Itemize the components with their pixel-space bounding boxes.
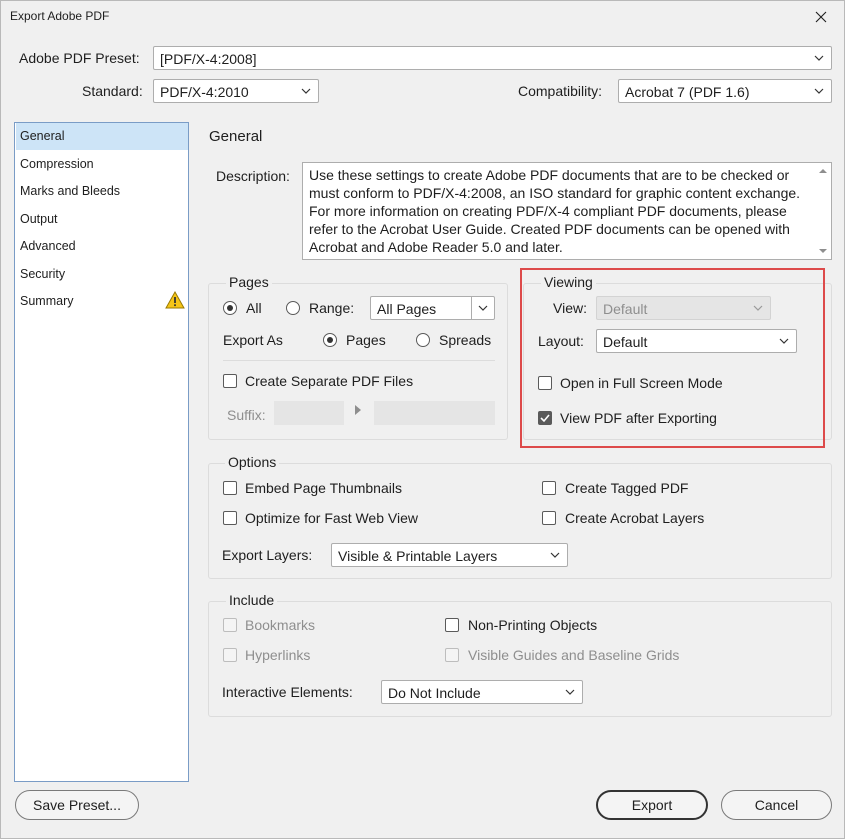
chevron-down-icon xyxy=(565,689,575,695)
triangle-right-icon xyxy=(355,405,361,415)
sidebar-item-compression[interactable]: Compression xyxy=(16,151,188,178)
non-printing-label: Non-Printing Objects xyxy=(468,617,598,633)
scrollbar[interactable] xyxy=(815,163,831,259)
options-group-title: Options xyxy=(225,454,280,470)
hyperlinks-label: Hyperlinks xyxy=(245,647,311,663)
description-text: Use these settings to create Adobe PDF d… xyxy=(309,167,801,255)
visible-guides-checkbox[interactable] xyxy=(445,648,459,662)
sidebar: General Compression Marks and Bleeds Out… xyxy=(14,122,189,782)
fast-web-view-label: Optimize for Fast Web View xyxy=(245,510,418,526)
chevron-down-icon xyxy=(478,305,488,311)
include-group-title: Include xyxy=(226,592,278,608)
chevron-down-icon xyxy=(814,88,824,94)
save-preset-button[interactable]: Save Preset... xyxy=(15,790,139,820)
warning-icon xyxy=(165,291,185,309)
sidebar-item-advanced[interactable]: Advanced xyxy=(16,233,188,260)
sidebar-item-label: Summary xyxy=(20,294,74,308)
section-title: General xyxy=(209,128,263,145)
cancel-button[interactable]: Cancel xyxy=(721,790,832,820)
sidebar-item-label: Output xyxy=(20,212,58,226)
bookmarks-checkbox[interactable] xyxy=(223,618,237,632)
range-label: Range: xyxy=(309,300,355,316)
standard-label: Standard: xyxy=(82,83,143,99)
sidebar-item-general[interactable]: General xyxy=(16,123,188,150)
sidebar-item-marks-and-bleeds[interactable]: Marks and Bleeds xyxy=(16,178,188,205)
suffix-field[interactable] xyxy=(274,401,344,425)
suffix-label: Suffix: xyxy=(227,407,266,423)
standard-value: PDF/X-4:2010 xyxy=(160,84,249,100)
export-spreads-radio[interactable] xyxy=(416,333,430,347)
export-pdf-dialog: Export Adobe PDF Adobe PDF Preset: [PDF/… xyxy=(0,0,845,839)
page-range-value: All Pages xyxy=(377,301,437,317)
range-radio[interactable] xyxy=(286,301,300,315)
separate-pdf-label: Create Separate PDF Files xyxy=(245,373,414,389)
interactive-elements-dropdown[interactable]: Do Not Include xyxy=(381,680,583,704)
close-icon xyxy=(815,11,827,23)
page-range-combo[interactable]: All Pages xyxy=(370,296,495,320)
sidebar-item-label: Compression xyxy=(20,157,94,171)
embed-thumbnails-checkbox[interactable] xyxy=(223,481,237,495)
interactive-elements-value: Do Not Include xyxy=(388,685,481,701)
export-spreads-label: Spreads xyxy=(439,332,492,348)
standard-dropdown[interactable]: PDF/X-4:2010 xyxy=(153,79,319,103)
compatibility-label: Compatibility: xyxy=(518,83,603,99)
interactive-elements-label: Interactive Elements: xyxy=(222,684,353,700)
hyperlinks-checkbox[interactable] xyxy=(223,648,237,662)
all-pages-radio[interactable] xyxy=(223,301,237,315)
suffix-variable-field[interactable] xyxy=(374,401,495,425)
visible-guides-label: Visible Guides and Baseline Grids xyxy=(468,647,680,663)
export-layers-label: Export Layers: xyxy=(222,547,313,563)
sidebar-item-label: Advanced xyxy=(20,239,76,253)
export-layers-value: Visible & Printable Layers xyxy=(338,548,498,564)
acrobat-layers-checkbox[interactable] xyxy=(542,511,556,525)
export-as-label: Export As xyxy=(223,332,283,348)
sidebar-item-label: Security xyxy=(20,267,66,281)
export-pages-radio[interactable] xyxy=(323,333,337,347)
non-printing-checkbox[interactable] xyxy=(445,618,459,632)
close-button[interactable] xyxy=(798,1,844,33)
export-layers-dropdown[interactable]: Visible & Printable Layers xyxy=(331,543,568,567)
preset-dropdown[interactable]: [PDF/X-4:2008] xyxy=(153,46,832,70)
preset-value: [PDF/X-4:2008] xyxy=(160,51,257,67)
embed-thumbnails-label: Embed Page Thumbnails xyxy=(245,480,402,496)
sidebar-item-summary[interactable]: Summary xyxy=(16,288,188,315)
all-pages-label: All xyxy=(246,300,262,316)
sidebar-item-security[interactable]: Security xyxy=(16,261,188,288)
pages-group-title: Pages xyxy=(226,274,272,290)
compatibility-dropdown[interactable]: Acrobat 7 (PDF 1.6) xyxy=(618,79,832,103)
highlight-box xyxy=(520,268,825,448)
window-title: Export Adobe PDF xyxy=(10,9,110,23)
preset-label: Adobe PDF Preset: xyxy=(19,50,140,66)
export-pages-label: Pages xyxy=(346,332,386,348)
acrobat-layers-label: Create Acrobat Layers xyxy=(565,510,705,526)
description-textbox[interactable]: Use these settings to create Adobe PDF d… xyxy=(302,162,832,260)
sidebar-item-output[interactable]: Output xyxy=(16,206,188,233)
bookmarks-label: Bookmarks xyxy=(245,617,316,633)
description-label: Description: xyxy=(216,168,290,184)
fast-web-view-checkbox[interactable] xyxy=(223,511,237,525)
title-bar: Export Adobe PDF xyxy=(1,1,844,33)
chevron-down-icon xyxy=(301,88,311,94)
divider xyxy=(223,360,495,361)
chevron-down-icon xyxy=(550,552,560,558)
separate-pdf-checkbox[interactable] xyxy=(223,374,237,388)
sidebar-item-label: Marks and Bleeds xyxy=(20,184,121,198)
tagged-pdf-label: Create Tagged PDF xyxy=(565,480,689,496)
tagged-pdf-checkbox[interactable] xyxy=(542,481,556,495)
sidebar-item-label: General xyxy=(20,129,65,143)
chevron-down-icon xyxy=(814,55,824,61)
export-button[interactable]: Export xyxy=(596,790,708,820)
compatibility-value: Acrobat 7 (PDF 1.6) xyxy=(625,84,750,100)
